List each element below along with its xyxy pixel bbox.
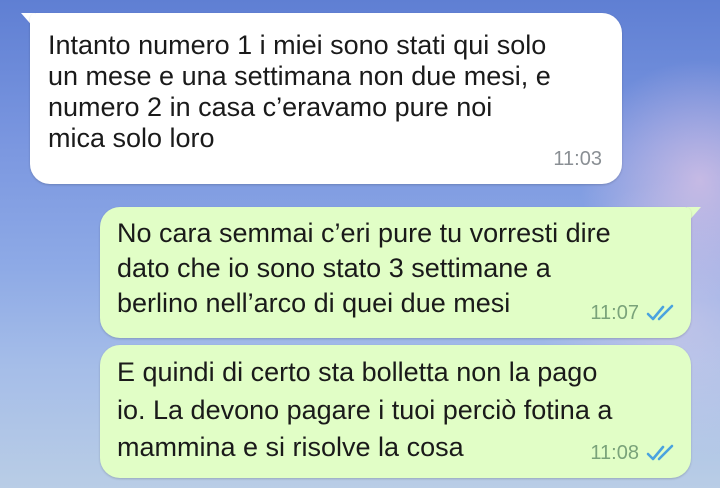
message-timestamp: 11:07 — [590, 302, 639, 324]
double-check-read-icon — [646, 304, 674, 321]
message-text-line: io. La devono pagare i tuoi perciò fotin… — [117, 395, 613, 425]
message-text-line: E quindi di certo sta bolletta non la pa… — [117, 357, 598, 387]
message-text-line: dato che io sono stato 3 settimane a — [117, 253, 551, 283]
message-text-line: No cara semmai c’eri pure tu vorresti di… — [117, 218, 611, 248]
message-timestamp: 11:03 — [553, 148, 602, 170]
message-text-line: berlino nell’arco di quei due mesi — [117, 288, 511, 318]
message-text-line: mammina e si risolve la cosa — [117, 432, 464, 462]
message-bubble-outgoing[interactable]: E quindi di certo sta bolletta non la pa… — [100, 345, 691, 478]
message-text-line: Intanto numero 1 i miei sono stati qui s… — [48, 30, 547, 60]
double-check-read-icon — [646, 444, 674, 461]
message-text-line: mica solo loro — [48, 123, 215, 153]
message-bubble-incoming[interactable]: Intanto numero 1 i miei sono stati qui s… — [30, 13, 622, 184]
message-timestamp: 11:08 — [590, 442, 639, 464]
message-bubble-outgoing[interactable]: No cara semmai c’eri pure tu vorresti di… — [100, 207, 691, 338]
message-text-line: un mese e una settimana non due mesi, e — [48, 61, 551, 91]
message-text-line: numero 2 in casa c’eravamo pure noi — [48, 92, 493, 122]
